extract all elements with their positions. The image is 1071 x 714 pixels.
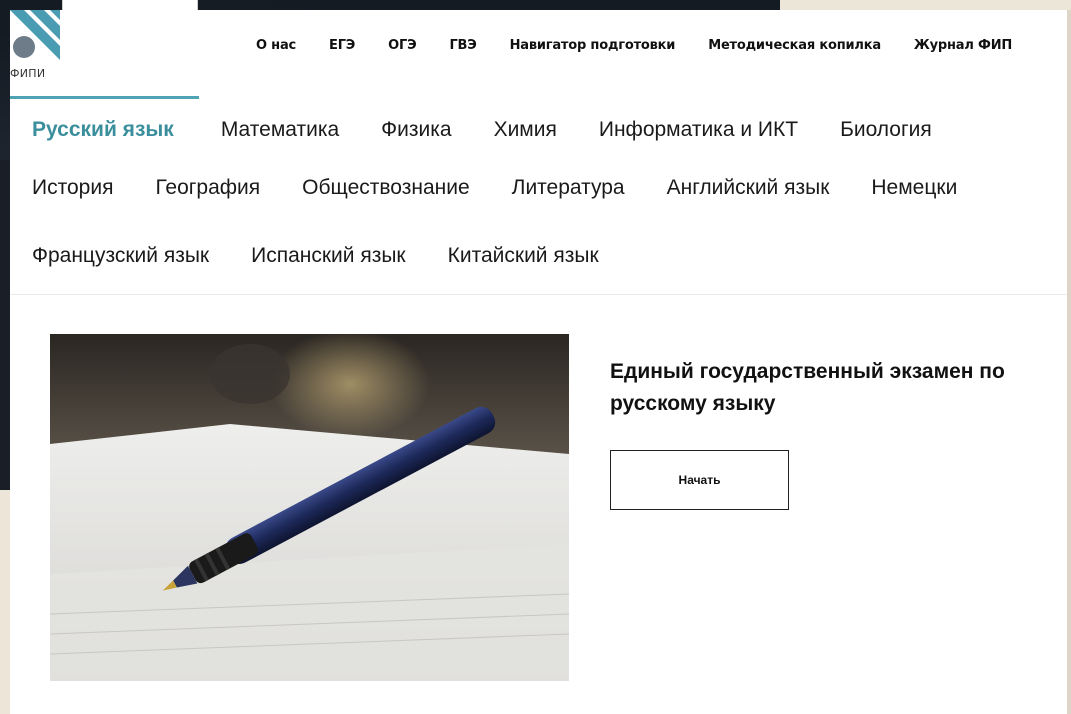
- logo-text: ФИПИ: [10, 67, 46, 80]
- subject-row-1: Русский язык Математика Физика Химия Инф…: [10, 96, 974, 164]
- tab-spanish[interactable]: Испанский язык: [251, 232, 406, 296]
- page-edge-shadow: [1067, 10, 1071, 714]
- fipi-page: ФИПИ О нас ЕГЭ ОГЭ ГВЭ Навигатор подгото…: [10, 10, 1067, 714]
- hero-title: Единый государственный экзамен по русско…: [610, 360, 1005, 415]
- nav-prep-navigator[interactable]: Навигатор подготовки: [510, 38, 676, 53]
- subject-row-2: История География Обществознание Литерат…: [10, 164, 999, 232]
- subject-row-3: Французский язык Испанский язык Китайски…: [10, 232, 641, 296]
- nav-oge[interactable]: ОГЭ: [388, 38, 416, 53]
- tab-biology[interactable]: Биология: [840, 96, 932, 164]
- tab-german[interactable]: Немецки: [871, 164, 957, 232]
- nav-methodical-collection[interactable]: Методическая копилка: [708, 38, 881, 53]
- tab-french[interactable]: Французский язык: [10, 232, 209, 296]
- tab-informatics[interactable]: Информатика и ИКТ: [599, 96, 798, 164]
- tab-chemistry[interactable]: Химия: [494, 96, 557, 164]
- logo[interactable]: ФИПИ: [10, 10, 70, 90]
- tab-russian[interactable]: Русский язык: [10, 96, 199, 164]
- fipi-logo-icon: [10, 10, 60, 60]
- pen-photo-icon: [50, 334, 569, 681]
- nav-about[interactable]: О нас: [256, 38, 296, 53]
- tab-chinese[interactable]: Китайский язык: [448, 232, 599, 296]
- tab-math[interactable]: Математика: [221, 96, 339, 164]
- nav-ege[interactable]: ЕГЭ: [329, 38, 355, 53]
- start-button[interactable]: Начать: [610, 450, 789, 510]
- top-navigation: О нас ЕГЭ ОГЭ ГВЭ Навигатор подготовки М…: [256, 38, 1012, 53]
- tab-social-studies[interactable]: Обществознание: [302, 164, 469, 232]
- section-divider: [10, 294, 1067, 295]
- tab-geography[interactable]: География: [155, 164, 260, 232]
- tab-physics[interactable]: Физика: [381, 96, 451, 164]
- background-dark-strip: [0, 160, 10, 490]
- nav-journal[interactable]: Журнал ФИП: [914, 38, 1012, 53]
- nav-gve[interactable]: ГВЭ: [449, 38, 476, 53]
- tab-english[interactable]: Английский язык: [667, 164, 830, 232]
- pen-on-paper-photo: [50, 334, 569, 681]
- tab-history[interactable]: История: [10, 164, 113, 232]
- tab-literature[interactable]: Литература: [512, 164, 625, 232]
